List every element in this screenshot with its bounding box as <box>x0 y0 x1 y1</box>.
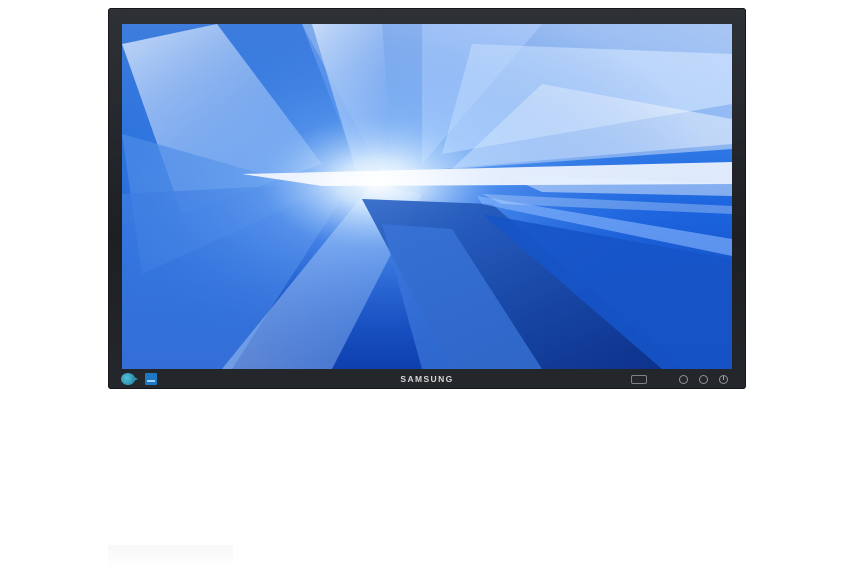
faded-stand-shadow <box>108 545 233 567</box>
monitor-frame: SAMSUNG <box>108 8 746 389</box>
source-button[interactable] <box>679 375 688 384</box>
navigation-arrows-button[interactable] <box>631 375 647 384</box>
monitor-screen <box>122 24 732 369</box>
auto-button[interactable] <box>699 375 708 384</box>
power-button[interactable] <box>719 375 728 384</box>
wallpaper-abstract-rays <box>122 24 732 369</box>
brand-logo: SAMSUNG <box>400 374 454 384</box>
monitor-bottom-bezel: SAMSUNG <box>108 369 746 389</box>
product-image-stage: SAMSUNG <box>0 0 850 567</box>
